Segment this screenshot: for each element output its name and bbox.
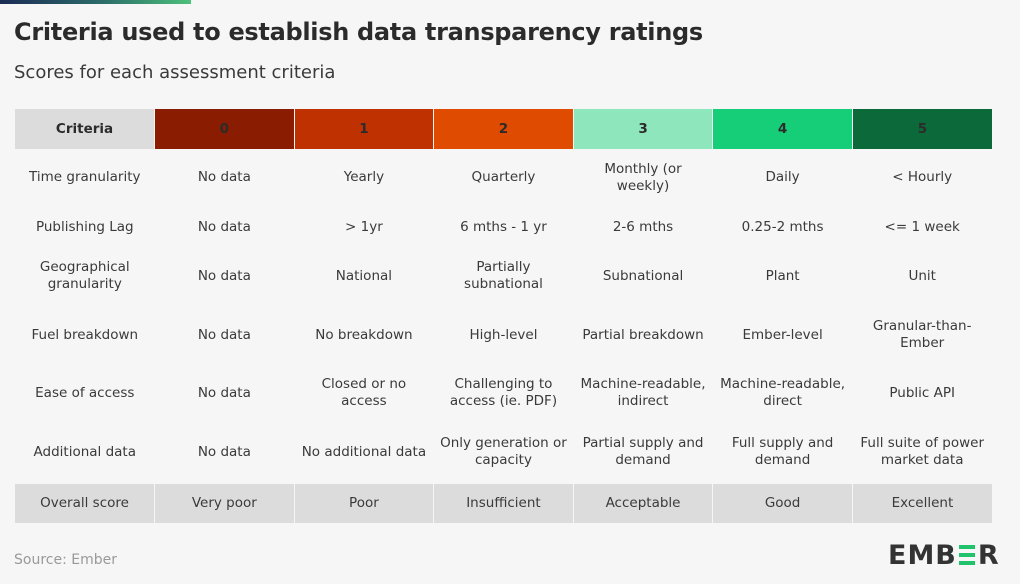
table-cell: Monthly (or weekly): [604, 160, 682, 194]
header-score-3: 3: [572, 109, 713, 149]
table-cell: Machine-readable, indirect: [580, 376, 706, 409]
logo-text-left: EMB: [888, 539, 957, 571]
header-score-0: 0: [154, 109, 295, 149]
table-row: Geographical granularity No data Nationa…: [15, 248, 992, 304]
header-score-4: 4: [712, 109, 853, 149]
row-criteria: Time granularity: [29, 169, 141, 185]
table-cell: 0.25-2 mths: [741, 218, 824, 235]
table-cell: Quarterly: [471, 169, 536, 185]
overall-score-row: Overall score Very poor Poor Insufficien…: [15, 484, 992, 523]
table-cell: Unit: [908, 267, 936, 284]
header-score-2: 2: [433, 109, 574, 149]
table-cell: No data: [197, 326, 251, 343]
table-row: Time granularity No data Yearly Quarterl…: [15, 149, 992, 206]
row-criteria: Publishing Lag: [35, 218, 134, 235]
table-cell: Granular-than-Ember: [872, 318, 972, 351]
table-cell: Partial supply and demand: [582, 435, 704, 468]
row-criteria: Additional data: [33, 443, 137, 460]
table-cell: Public API: [889, 384, 955, 401]
table-cell: > 1yr: [345, 218, 383, 235]
table-cell: <= 1 week: [884, 218, 960, 235]
page-subtitle: Scores for each assessment criteria: [14, 62, 336, 83]
row-criteria: Overall score: [15, 484, 155, 523]
table-cell: No data: [197, 169, 251, 185]
table-cell: Challenging to access (ie. PDF): [449, 376, 558, 409]
logo-text-right: R: [977, 539, 1000, 571]
table-header-row: Criteria 0 1 2 3 4 5: [15, 109, 992, 149]
table-cell: Subnational: [602, 267, 684, 284]
table-row: Additional data No data No additional da…: [15, 420, 992, 484]
table-cell: 6 mths - 1 yr: [460, 218, 547, 235]
table-cell: Plant: [765, 267, 800, 284]
header-score-1: 1: [293, 109, 434, 149]
overall-cell: Poor: [293, 484, 434, 523]
table-cell: Partial breakdown: [582, 326, 704, 343]
table-cell: High-level: [469, 326, 538, 343]
page-title: Criteria used to establish data transpar…: [14, 18, 703, 46]
table-cell: Closed or no access: [321, 376, 407, 409]
table-row: Fuel breakdown No data No breakdown High…: [15, 304, 992, 366]
table-cell: Yearly: [343, 169, 385, 185]
logo-e-bars-icon: [958, 545, 975, 565]
overall-cell: Very poor: [154, 484, 295, 523]
table-cell: Full suite of power market data: [860, 435, 984, 468]
source-note: Source: Ember: [14, 552, 117, 568]
table-cell: Machine-readable, direct: [720, 376, 846, 409]
criteria-table: Criteria 0 1 2 3 4 5 Time granularity No…: [15, 109, 992, 523]
overall-cell: Excellent: [851, 484, 992, 523]
table-cell: No data: [197, 384, 251, 401]
overall-cell: Acceptable: [572, 484, 713, 523]
table-cell: Daily: [765, 169, 800, 185]
row-criteria: Geographical granularity: [39, 259, 130, 292]
table-cell: National: [335, 267, 393, 284]
table-cell: Partially subnational: [464, 259, 543, 292]
table-cell: No data: [197, 443, 251, 460]
table-cell: No additional data: [301, 443, 427, 460]
table-cell: 2-6 mths: [612, 218, 674, 235]
ember-logo: EMB R: [888, 539, 1000, 571]
table-cell: Full supply and demand: [731, 435, 834, 468]
table-row: Ease of access No data Closed or no acce…: [15, 366, 992, 420]
table-cell: Ember-level: [742, 326, 823, 343]
overall-cell: Good: [712, 484, 853, 523]
header-score-5: 5: [851, 109, 992, 149]
table-cell: No breakdown: [315, 326, 413, 343]
table-cell: < Hourly: [892, 169, 953, 185]
overall-cell: Insufficient: [433, 484, 574, 523]
table-cell: Only generation or capacity: [440, 435, 567, 468]
table-cell: No data: [197, 218, 251, 235]
table-row: Publishing Lag No data > 1yr 6 mths - 1 …: [15, 206, 992, 248]
row-criteria: Ease of access: [35, 384, 135, 401]
header-criteria: Criteria: [15, 109, 155, 149]
table-cell: No data: [197, 267, 251, 284]
top-accent-bar: [0, 0, 191, 4]
row-criteria: Fuel breakdown: [31, 326, 139, 343]
